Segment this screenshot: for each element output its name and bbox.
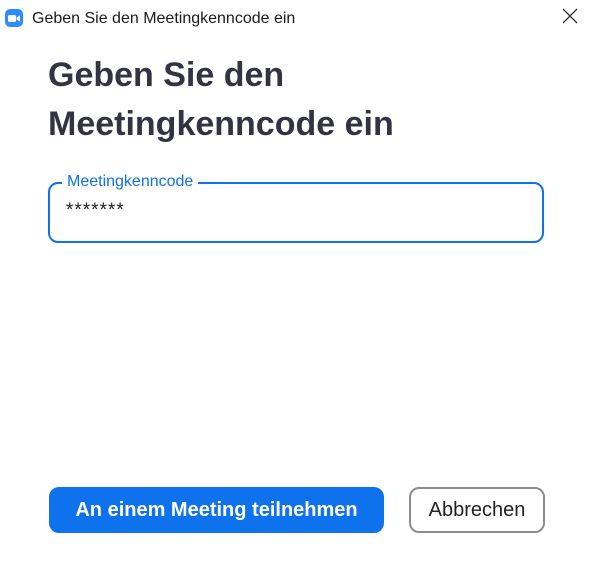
cancel-button[interactable]: Abbrechen xyxy=(409,487,545,533)
window-title: Geben Sie den Meetingkenncode ein xyxy=(32,10,296,27)
passcode-field-label: Meetingkenncode xyxy=(62,173,199,191)
close-button[interactable] xyxy=(552,0,588,36)
passcode-input[interactable] xyxy=(66,198,526,224)
join-meeting-button[interactable]: An einem Meeting teilnehmen xyxy=(49,487,384,533)
close-icon[interactable] xyxy=(562,8,578,29)
page-title: Geben Sie den Meetingkenncode ein xyxy=(48,56,394,143)
passcode-dialog: Geben Sie den Meetingkenncode ein Geben … xyxy=(0,0,593,579)
passcode-field[interactable]: Meetingkenncode xyxy=(48,173,544,243)
zoom-video-camera-icon xyxy=(5,9,23,27)
title-bar: Geben Sie den Meetingkenncode ein xyxy=(0,0,593,36)
